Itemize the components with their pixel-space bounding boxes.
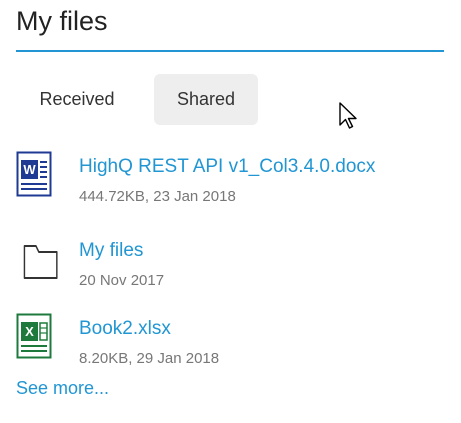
header: My files [16, 0, 444, 52]
word-document-icon: W [16, 151, 52, 197]
tab-bar: Received Shared [16, 74, 436, 126]
see-more-link[interactable]: See more... [16, 378, 109, 399]
list-item[interactable]: X Book2.xlsx 8.20KB, 29 Jan 2018 [16, 312, 456, 372]
list-item[interactable]: W HighQ REST API v1_Col3.4.0.docx 444.72… [16, 150, 456, 210]
svg-text:W: W [23, 162, 36, 177]
file-meta: 444.72KB, 23 Jan 2018 [79, 188, 236, 205]
excel-spreadsheet-icon: X [16, 313, 52, 359]
page-title: My files [16, 6, 108, 36]
file-meta: 20 Nov 2017 [79, 272, 165, 289]
file-name-link[interactable]: HighQ REST API v1_Col3.4.0.docx [79, 156, 375, 178]
svg-text:X: X [25, 324, 34, 339]
file-name-link[interactable]: My files [79, 240, 143, 262]
tab-received[interactable]: Received [16, 74, 138, 125]
mouse-cursor-icon [339, 102, 357, 129]
folder-icon [23, 245, 58, 279]
file-meta: 8.20KB, 29 Jan 2018 [79, 350, 220, 367]
tab-shared[interactable]: Shared [154, 74, 258, 125]
list-item[interactable]: My files 20 Nov 2017 [16, 234, 456, 294]
file-name-link[interactable]: Book2.xlsx [79, 318, 171, 340]
